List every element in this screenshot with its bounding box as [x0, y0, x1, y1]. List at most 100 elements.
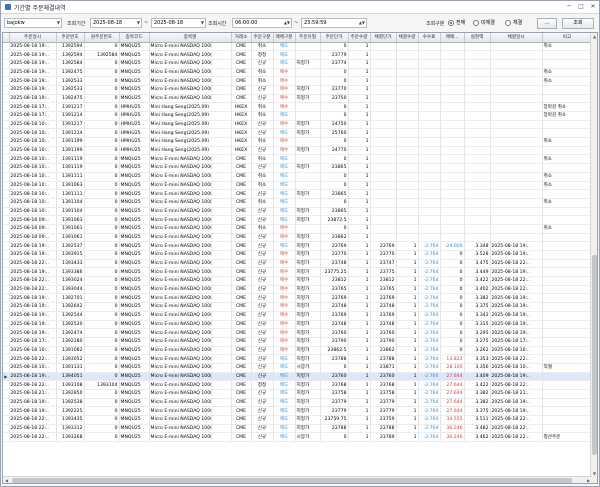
table-row[interactable]: 2025-08-18 21:.. 1392850 0 MNQU25 Micro E-mi… — [3, 389, 593, 399]
column-header[interactable]: 체결수량 — [396, 33, 419, 43]
table-cell: 취소 — [251, 154, 274, 165]
table-cell — [396, 163, 419, 173]
table-cell — [542, 94, 593, 104]
table-row[interactable]: 2025-08-18 19:.. 1393386 0 MNQU25 Micro E-mi… — [3, 267, 593, 278]
horizontal-scrollbar[interactable]: ◀ ▶ — [3, 476, 592, 483]
table-row[interactable]: 2025-08-18 17:.. 1391217 0 HMHU25 Mini Hang … — [3, 102, 593, 112]
table-row[interactable]: 2025-08-18 19:.. 1392701 0 MNQU25 Micro E-mi… — [3, 293, 593, 304]
table-cell: 1 — [348, 285, 371, 295]
table-cell: Micro E-mini NASDAQ 100( — [149, 372, 232, 382]
table-row[interactable]: 2025-08-18 19:.. 1392544 0 MNQU25 Micro E-mi… — [3, 311, 593, 321]
table-row[interactable]: 2025-08-18 10:.. 1391111 0 MNQU25 Micro E-mi… — [3, 189, 593, 199]
table-row[interactable]: 2025-08-18 22:.. 1393024 0 MNQU25 Micro E-mi… — [3, 276, 593, 286]
table-row[interactable]: 2025-08-18 10:.. 1391217 0 HMHU25 Mini Hang … — [3, 120, 593, 130]
table-row[interactable]: 2025-08-18 10:.. 1391131 0 MNQU25 Micro E-mi… — [3, 363, 593, 373]
account-select[interactable]: bajokw ▼ — [4, 18, 62, 28]
scroll-right-icon[interactable]: ▶ — [585, 477, 592, 483]
column-header[interactable]: 종목명 — [149, 33, 232, 43]
column-header[interactable]: 매매구분 — [273, 33, 296, 43]
table-row[interactable]: 2025-08-18 19:.. 1392225 0 MNQU25 Micro E-mi… — [3, 406, 593, 417]
column-header[interactable]: 거래소 — [231, 33, 252, 43]
table-row[interactable]: 2025-08-18 19:.. 1392594 0 MNQU25 Micro E-mi… — [3, 42, 593, 52]
column-header[interactable]: 원주문번호 — [84, 33, 120, 43]
table-cell: 0 — [84, 328, 120, 338]
table-row[interactable]: 2025-08-18 22:.. 1393052 0 MNQU25 Micro E-mi… — [3, 354, 593, 364]
table-cell — [440, 128, 465, 139]
table-row[interactable]: 2025-08-18 22:.. 1393108 1393104 MNQU25 Micr… — [3, 380, 593, 390]
scroll-up-icon[interactable]: ▲ — [591, 33, 597, 40]
table-row[interactable]: 2025-08-18 09:.. 1391061 0 MNQU25 Micro E-mi… — [3, 233, 593, 243]
maximize-button[interactable]: □ — [577, 3, 585, 11]
table-row[interactable]: 2025-08-18 10:.. 1391119 0 MNQU25 Micro E-mi… — [3, 163, 593, 173]
table-row[interactable]: 2025-08-18 19:.. 1392538 0 MNQU25 Micro E-mi… — [3, 398, 593, 408]
vertical-scrollbar[interactable]: ▲ ▼ — [590, 33, 597, 483]
table-row[interactable]: 2025-08-18 22:.. 1393268 0 MNQU25 Micro E-mi… — [3, 432, 593, 443]
table-cell: -2.764 — [418, 415, 441, 425]
table-row[interactable]: 2025-08-18 10:.. 1391214 0 HMHU25 Mini Hang … — [3, 128, 593, 139]
table-row[interactable]: 2025-08-18 09:.. 1391061 0 MNQU25 Micro E-mi… — [3, 224, 593, 234]
table-cell — [370, 111, 397, 121]
table-row[interactable]: 2025-08-18 19:.. 1392642 0 MNQU25 Micro E-mi… — [3, 302, 593, 312]
time-to-input[interactable]: 23:59:59 ▲▼ — [301, 18, 367, 28]
table-row[interactable]: ▶ 2025-08-18 19:.. 1394051 0 MNQU25 Micro E-m… — [3, 372, 593, 382]
search-button[interactable]: 조회 — [562, 18, 594, 29]
table-row[interactable]: 2025-08-18 10:.. 1391104 0 MNQU25 Micro E-mi… — [3, 207, 593, 217]
table-row[interactable]: 2025-08-18 10:.. 1391063 0 MNQU25 Micro E-mi… — [3, 181, 593, 191]
column-header[interactable]: 주문단가 — [320, 33, 349, 43]
radio-filled[interactable]: 체결 — [505, 19, 522, 26]
column-header[interactable]: 매매... — [440, 33, 465, 43]
table-row[interactable]: 2025-08-18 10:.. 1391111 0 MNQU25 Micro E-mi… — [3, 172, 593, 182]
horizontal-scroll-thumb[interactable] — [12, 478, 572, 483]
table-row[interactable]: 2025-08-18 17:.. 1391214 0 HMHU25 Mini Hang … — [3, 111, 593, 121]
radio-all[interactable]: 전체 — [448, 19, 465, 26]
table-cell: CME — [231, 415, 252, 425]
radio-unfilled[interactable]: 미체결 — [473, 19, 495, 26]
table-cell: 지정가 — [295, 59, 321, 69]
table-row[interactable]: 2025-08-18 10:.. 1391119 0 MNQU25 Micro E-mi… — [3, 154, 593, 165]
table-row[interactable]: 2025-08-18 10:.. 1391199 0 HMHU25 Mini Hang … — [3, 146, 593, 156]
column-header[interactable]: 체결일시 — [490, 33, 543, 43]
column-header[interactable]: 수수료 — [418, 33, 441, 43]
table-row[interactable]: 2025-08-18 09:.. 1391063 0 MNQU25 Micro E-mi… — [3, 215, 593, 225]
date-from-picker[interactable]: 2025-08-18 ▼ — [90, 18, 142, 28]
time-from-input[interactable]: 06:00:00 ▲▼ — [232, 18, 292, 28]
column-header[interactable]: 주문일시 — [9, 33, 57, 43]
table-row[interactable]: 2025-08-18 19:.. 1392475 0 MNQU25 Micro E-mi… — [3, 68, 593, 78]
column-header[interactable]: 체결단가 — [370, 33, 397, 43]
scroll-down-icon[interactable]: ▼ — [591, 470, 597, 477]
close-button[interactable]: ✕ — [589, 3, 597, 11]
table-cell: 지정가 — [295, 215, 321, 225]
table-row[interactable]: 2025-08-18 19:.. 1392530 0 MNQU25 Micro E-mi… — [3, 320, 593, 330]
table-row[interactable]: 2025-08-18 19:.. 1392533 0 MNQU25 Micro E-mi… — [3, 76, 593, 86]
table-row[interactable]: 2025-08-18 19:.. 1392594 1392584 MNQU25 Micr… — [3, 50, 593, 60]
table-row[interactable]: 2025-08-18 19:.. 1392584 0 MNQU25 Micro E-mi… — [3, 59, 593, 69]
table-row[interactable]: 2025-08-18 19:.. 1393915 0 MNQU25 Micro E-mi… — [3, 250, 593, 260]
column-header[interactable]: 주문번호 — [56, 33, 85, 43]
table-row[interactable]: 2025-08-18 10:.. 1391199 0 HMHU25 Mini Hang … — [3, 137, 593, 147]
table-cell: 1392533 — [56, 85, 85, 95]
table-row[interactable]: 2025-08-18 10:.. 1391082 0 MNQU25 Micro E-mi… — [3, 346, 593, 356]
table-row[interactable]: 2025-08-18 17:.. 1392280 0 MNQU25 Micro E-mi… — [3, 337, 593, 347]
table-row[interactable]: 2025-08-18 19:.. 1392474 0 MNQU25 Micro E-mi… — [3, 328, 593, 338]
table-row[interactable]: 2025-08-18 22:.. 1393433 0 MNQU25 Micro E-mi… — [3, 259, 593, 269]
table-cell: 23872.5 — [320, 215, 349, 225]
table-row[interactable]: 2025-08-18 19:.. 1392475 0 MNQU25 Micro E-mi… — [3, 94, 593, 104]
table-row[interactable]: 2025-08-18 19:.. 1392533 0 MNQU25 Micro E-mi… — [3, 85, 593, 95]
vertical-scroll-thumb[interactable] — [592, 255, 597, 455]
column-header[interactable]: 비고 — [542, 33, 593, 43]
table-row[interactable]: 2025-08-18 19:.. 1392537 0 MNQU25 Micro E-mi… — [3, 241, 593, 251]
scroll-left-icon[interactable]: ◀ — [3, 477, 10, 483]
column-header[interactable]: 주문구분 — [251, 33, 274, 43]
table-cell — [418, 85, 441, 95]
date-to-picker[interactable]: 2025-08-18 ▼ — [151, 18, 206, 28]
table-row[interactable]: 2025-08-18 10:.. 1391104 0 MNQU25 Micro E-mi… — [3, 198, 593, 208]
column-header[interactable]: 주문수량 — [348, 33, 371, 43]
table-row[interactable]: 2025-08-18 22:.. 1393312 0 MNQU25 Micro E-mi… — [3, 424, 593, 434]
table-row[interactable]: 2025-08-18 22:.. 1393044 0 MNQU25 Micro E-mi… — [3, 285, 593, 295]
table-row[interactable]: 2025-08-18 22:.. 1393435 0 MNQU25 Micro E-mi… — [3, 415, 593, 425]
column-header[interactable]: 종목코드 — [119, 33, 150, 43]
column-header[interactable]: 실현액 — [464, 33, 491, 43]
column-header[interactable]: 주문유형 — [295, 33, 321, 43]
more-options-button[interactable]: ... — [537, 18, 557, 29]
minimize-button[interactable]: ─ — [565, 3, 573, 11]
